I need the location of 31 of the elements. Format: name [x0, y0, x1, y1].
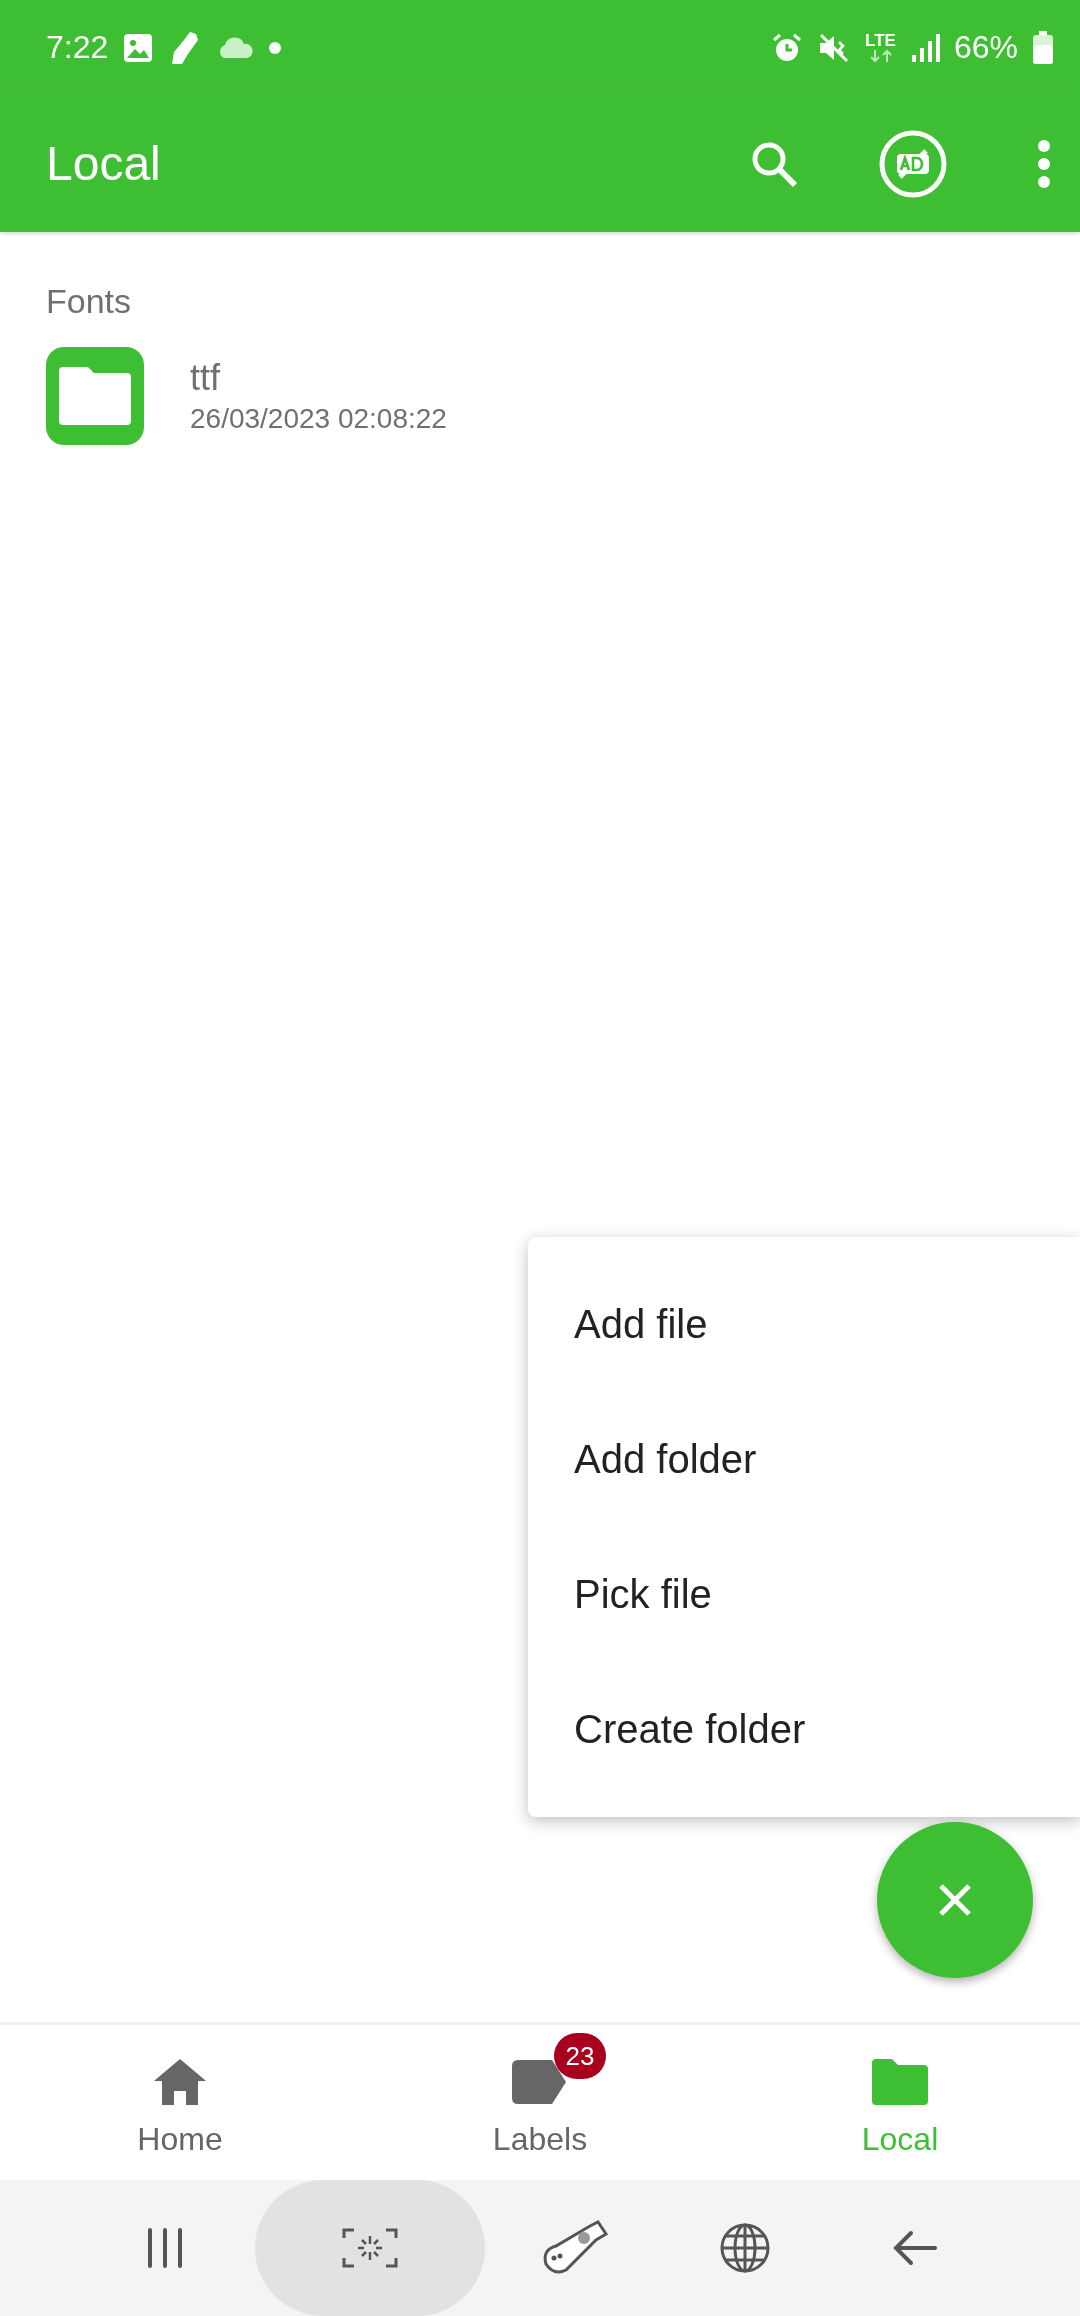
folder-icon	[46, 347, 144, 445]
status-time: 7:22	[46, 29, 109, 66]
count-badge: 23	[554, 2033, 606, 2079]
nav-tab[interactable]: 23 Labels	[360, 2025, 720, 2180]
label-icon	[512, 2060, 568, 2104]
folder-icon	[872, 2059, 928, 2105]
network-type: LTE	[865, 32, 896, 49]
screen-title: Local	[46, 136, 162, 191]
battery-icon	[1032, 30, 1054, 65]
close-button[interactable]	[877, 1822, 1033, 1978]
home-icon	[152, 2057, 208, 2107]
folder-row[interactable]: ttf 26/03/2023 02:08:22	[0, 346, 1080, 446]
signal-icon	[909, 32, 940, 63]
back-arrow-icon	[893, 2230, 937, 2266]
menu-item[interactable]: Add file	[528, 1257, 1080, 1392]
alarm-icon	[771, 31, 804, 64]
no-ads-button[interactable]	[878, 128, 948, 199]
nav-tab[interactable]: Home	[0, 2025, 360, 2180]
menu-item[interactable]: Add folder	[528, 1392, 1080, 1527]
battery-percent: 66%	[953, 29, 1018, 66]
menu-item[interactable]: Create folder	[528, 1662, 1080, 1797]
dot-icon	[268, 40, 283, 55]
capture-icon	[342, 2228, 398, 2268]
section-header: Fonts	[45, 281, 133, 322]
close-icon	[938, 1883, 972, 1917]
folder-date: 26/03/2023 02:08:22	[190, 403, 447, 435]
menu-item[interactable]: Pick file	[528, 1527, 1080, 1662]
image-icon	[122, 31, 155, 64]
folder-name: ttf	[190, 357, 221, 399]
recents-icon	[145, 2227, 185, 2269]
data-arrows-icon	[869, 49, 892, 63]
